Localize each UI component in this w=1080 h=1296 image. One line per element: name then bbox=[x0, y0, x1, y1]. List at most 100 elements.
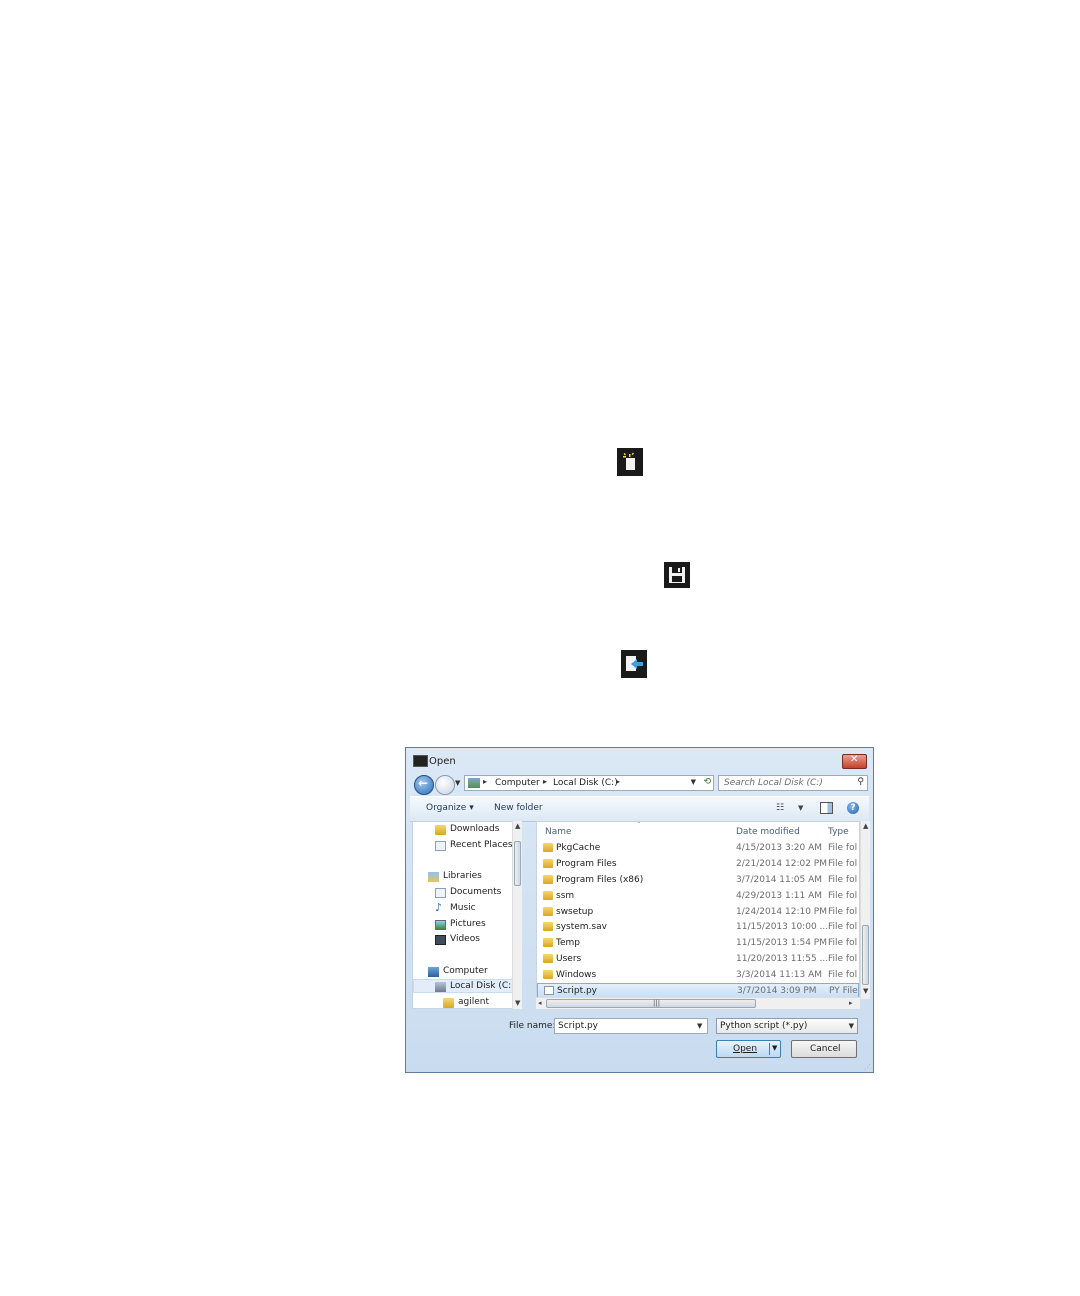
resize-grip-icon[interactable]: ⋰ bbox=[864, 1063, 871, 1071]
file-name: Script.py bbox=[557, 986, 598, 996]
file-type: File fol bbox=[828, 922, 858, 932]
search-box[interactable]: Search Local Disk (C:) ⚲ bbox=[718, 775, 868, 791]
nav-item-pictures[interactable]: Pictures bbox=[450, 919, 486, 929]
breadcrumb-local-disk[interactable]: Local Disk (C:) bbox=[553, 778, 618, 788]
column-header-date[interactable]: Date modified bbox=[736, 827, 800, 837]
file-list: ˄ Name Date modified Type PkgCache 4/15/… bbox=[536, 821, 860, 1009]
file-name-input[interactable] bbox=[554, 1018, 708, 1034]
file-type: File fol bbox=[828, 938, 858, 948]
file-date: 3/3/2014 11:13 AM bbox=[736, 970, 823, 980]
chevron-right-icon[interactable]: ▸ bbox=[483, 777, 487, 786]
breadcrumb-computer[interactable]: Computer bbox=[495, 778, 540, 788]
table-row[interactable]: Temp 11/15/2013 1:54 PM File fol bbox=[537, 936, 859, 951]
help-icon[interactable]: ? bbox=[847, 802, 859, 814]
preview-pane-icon[interactable] bbox=[820, 802, 833, 814]
new-script-icon[interactable] bbox=[617, 448, 643, 476]
organize-label: Organize bbox=[426, 803, 467, 813]
table-row[interactable]: Program Files 2/21/2014 12:02 PM File fo… bbox=[537, 857, 859, 872]
file-date: 11/15/2013 10:00 ... bbox=[736, 922, 829, 932]
nav-item-recent-places[interactable]: Recent Places bbox=[450, 840, 513, 850]
nav-item-videos[interactable]: Videos bbox=[450, 934, 480, 944]
nav-scrollbar[interactable]: ▲ ▼ bbox=[512, 821, 522, 1009]
folder-icon bbox=[543, 859, 553, 868]
table-row[interactable]: Program Files (x86) 3/7/2014 11:05 AM Fi… bbox=[537, 873, 859, 888]
videos-icon bbox=[435, 935, 446, 945]
file-name: system.sav bbox=[556, 922, 607, 932]
scroll-down-icon[interactable]: ▼ bbox=[515, 999, 520, 1007]
file-type: File fol bbox=[828, 891, 858, 901]
vertical-scroll-thumb[interactable] bbox=[862, 925, 869, 985]
change-view-icon[interactable]: ☷ bbox=[776, 803, 784, 813]
scroll-right-icon[interactable]: ▸ bbox=[849, 999, 853, 1007]
open-options-dropdown-icon[interactable]: ▼ bbox=[772, 1044, 777, 1052]
open-icon[interactable] bbox=[621, 650, 647, 678]
file-name: PkgCache bbox=[556, 843, 601, 853]
table-row[interactable]: ssm 4/29/2013 1:11 AM File fol bbox=[537, 889, 859, 904]
new-folder-button[interactable]: New folder bbox=[494, 803, 543, 813]
save-icon[interactable] bbox=[664, 562, 690, 588]
horizontal-scroll-thumb[interactable]: ||| bbox=[546, 999, 756, 1008]
recent-pages-dropdown[interactable]: ▼ bbox=[455, 779, 460, 787]
file-list-vertical-scrollbar[interactable]: ▲ ▼ bbox=[860, 821, 870, 999]
file-list-horizontal-scrollbar[interactable]: ◂ ||| ▸ bbox=[536, 997, 860, 1009]
refresh-icon[interactable]: ⟲ bbox=[703, 777, 711, 787]
column-header-name[interactable]: Name bbox=[545, 827, 572, 837]
open-button-label: Open bbox=[733, 1044, 758, 1054]
folder-icon bbox=[543, 922, 553, 931]
nav-item-documents[interactable]: Documents bbox=[450, 887, 501, 897]
cancel-button-label: Cancel bbox=[810, 1044, 841, 1054]
scroll-up-icon[interactable]: ▲ bbox=[515, 822, 520, 830]
table-row[interactable]: Windows 3/3/2014 11:13 AM File fol bbox=[537, 968, 859, 983]
column-header-type[interactable]: Type bbox=[828, 827, 849, 837]
file-type: PY File bbox=[829, 986, 858, 996]
file-date: 11/20/2013 11:55 ... bbox=[736, 954, 829, 964]
nav-scroll-thumb[interactable] bbox=[514, 841, 521, 886]
file-date: 11/15/2013 1:54 PM bbox=[736, 938, 827, 948]
open-button[interactable]: Open ▼ bbox=[716, 1040, 781, 1058]
table-row[interactable]: swsetup 1/24/2014 12:10 PM File fol bbox=[537, 905, 859, 920]
folder-icon bbox=[543, 970, 553, 979]
file-name: Program Files (x86) bbox=[556, 875, 644, 885]
table-row[interactable]: PkgCache 4/15/2013 3:20 AM File fol bbox=[537, 841, 859, 856]
file-type: File fol bbox=[828, 859, 858, 869]
table-row[interactable]: Users 11/20/2013 11:55 ... File fol bbox=[537, 952, 859, 967]
file-date: 4/29/2013 1:11 AM bbox=[736, 891, 823, 901]
search-icon[interactable]: ⚲ bbox=[857, 777, 864, 787]
command-bar: Organize ▾ New folder ☷ ▼ ? bbox=[410, 796, 869, 822]
file-type-select[interactable]: Python script (*.py) ▼ bbox=[716, 1018, 858, 1034]
nav-item-libraries[interactable]: Libraries bbox=[443, 871, 482, 881]
nav-item-downloads[interactable]: Downloads bbox=[450, 824, 499, 834]
address-bar[interactable]: ▸ Computer ▸ Local Disk (C:) ▸ ▼ ⟲ bbox=[464, 775, 714, 791]
scroll-up-icon[interactable]: ▲ bbox=[863, 822, 868, 830]
scroll-left-icon[interactable]: ◂ bbox=[538, 999, 542, 1007]
nav-item-music[interactable]: Music bbox=[450, 903, 476, 913]
downloads-folder-icon bbox=[435, 825, 446, 835]
close-button[interactable] bbox=[842, 754, 867, 769]
scroll-down-icon[interactable]: ▼ bbox=[863, 987, 868, 995]
chevron-down-icon[interactable]: ▼ bbox=[849, 1022, 854, 1030]
folder-icon bbox=[543, 891, 553, 900]
nav-item-computer[interactable]: Computer bbox=[443, 966, 488, 976]
view-dropdown-icon[interactable]: ▼ bbox=[798, 804, 803, 812]
file-name: swsetup bbox=[556, 907, 594, 917]
address-dropdown-icon[interactable]: ▼ bbox=[691, 778, 696, 786]
open-dialog: Open ▼ ▸ Computer ▸ Local Disk (C:) ▸ ▼ … bbox=[405, 747, 874, 1073]
chevron-right-icon[interactable]: ▸ bbox=[616, 777, 620, 786]
forward-button[interactable] bbox=[435, 775, 455, 795]
file-name-dropdown-icon[interactable]: ▼ bbox=[697, 1022, 702, 1030]
file-date: 3/7/2014 3:09 PM bbox=[737, 986, 817, 996]
back-button[interactable] bbox=[414, 775, 434, 795]
organize-button[interactable]: Organize ▾ bbox=[426, 803, 474, 813]
file-type: File fol bbox=[828, 907, 858, 917]
file-type-value: Python script (*.py) bbox=[720, 1021, 808, 1031]
nav-item-agilent[interactable]: agilent bbox=[458, 997, 489, 1007]
table-row[interactable]: system.sav 11/15/2013 10:00 ... File fol bbox=[537, 920, 859, 935]
sort-ascending-icon: ˄ bbox=[637, 821, 641, 829]
cancel-button[interactable]: Cancel bbox=[791, 1040, 857, 1058]
table-row-selected[interactable]: Script.py 3/7/2014 3:09 PM PY File bbox=[537, 983, 859, 998]
nav-item-local-disk[interactable]: Local Disk (C:) bbox=[450, 981, 515, 991]
chevron-right-icon[interactable]: ▸ bbox=[543, 777, 547, 786]
computer-icon bbox=[428, 967, 439, 977]
search-input[interactable]: Search Local Disk (C:) bbox=[724, 778, 823, 788]
file-date: 3/7/2014 11:05 AM bbox=[736, 875, 823, 885]
